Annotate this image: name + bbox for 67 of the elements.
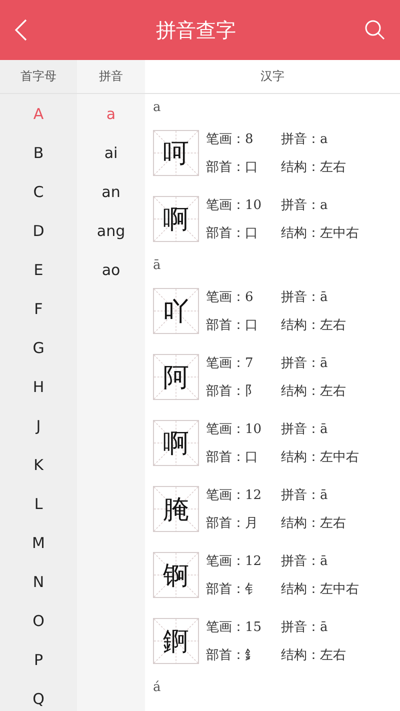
hanzi-character: 吖 <box>163 296 189 328</box>
radical: 部首：口 <box>206 317 259 334</box>
initial-letter-item[interactable]: L <box>0 484 77 523</box>
pinyin-reading: 拼音：ā <box>281 619 329 636</box>
pinyin-item[interactable]: ang <box>77 211 145 250</box>
stroke-count: 笔画：6 <box>206 289 254 306</box>
radical: 部首：钅 <box>206 581 259 598</box>
initial-letter-item[interactable]: G <box>0 328 77 367</box>
structure: 结构：左右 <box>281 383 346 400</box>
stroke-count: 笔画：10 <box>206 197 263 214</box>
structure: 结构：左右 <box>281 317 346 334</box>
radical: 部首：口 <box>206 159 259 176</box>
stroke-count: 笔画：8 <box>206 131 254 148</box>
hanzi-character: 阿 <box>163 362 189 394</box>
pinyin-item[interactable]: ai <box>77 133 145 172</box>
initial-letter-item[interactable]: C <box>0 172 77 211</box>
structure: 结构：左右 <box>281 647 346 664</box>
radical: 部首：阝 <box>206 383 259 400</box>
stroke-count: 笔画：15 <box>206 619 263 636</box>
pinyin-reading: 拼音：ā <box>281 487 329 504</box>
initial-letter-item[interactable]: Q <box>0 679 77 711</box>
pinyin-item[interactable]: ao <box>77 250 145 289</box>
search-icon <box>364 19 386 41</box>
pinyin-reading: 拼音：a <box>281 197 329 214</box>
initial-letter-item[interactable]: O <box>0 601 77 640</box>
hanzi-character: 錒 <box>163 626 189 658</box>
column-heading: 拼音 <box>77 60 145 93</box>
initial-letter-item[interactable]: E <box>0 250 77 289</box>
hanzi-character: 锕 <box>163 560 189 592</box>
radical: 部首：口 <box>206 449 259 466</box>
stroke-count: 笔画：10 <box>206 421 263 438</box>
initial-letter-item[interactable]: J <box>0 406 77 445</box>
structure: 结构：左中右 <box>281 581 359 598</box>
structure: 结构：左中右 <box>281 449 359 466</box>
initial-letter-item[interactable]: P <box>0 640 77 679</box>
initial-letter-item[interactable]: H <box>0 367 77 406</box>
hanzi-character: 啊 <box>163 428 189 460</box>
initial-letter-item[interactable]: N <box>0 562 77 601</box>
stroke-count: 笔画：12 <box>206 487 263 504</box>
radical: 部首：月 <box>206 515 259 532</box>
initial-letter-item[interactable]: M <box>0 523 77 562</box>
initial-letter-item[interactable]: K <box>0 445 77 484</box>
pinyin-reading: 拼音：ā <box>281 421 329 438</box>
initial-letter-item[interactable]: F <box>0 289 77 328</box>
stroke-count: 笔画：12 <box>206 553 263 570</box>
pinyin-reading: 拼音：ā <box>281 289 329 306</box>
hanzi-character: 呵 <box>163 138 189 170</box>
radical: 部首：釒 <box>206 647 259 664</box>
pinyin-group-heading: a <box>153 100 161 114</box>
pinyin-reading: 拼音：ā <box>281 355 329 372</box>
structure: 结构：左右 <box>281 515 346 532</box>
page-title: 拼音查字 <box>156 16 236 44</box>
initial-letter-item[interactable]: B <box>0 133 77 172</box>
pinyin-group-heading: á <box>153 680 161 694</box>
hanzi-character: 腌 <box>163 494 189 526</box>
pinyin-reading: 拼音：ā <box>281 553 329 570</box>
pinyin-item[interactable]: an <box>77 172 145 211</box>
pinyin-reading: 拼音：a <box>281 131 329 148</box>
initial-letter-item[interactable]: D <box>0 211 77 250</box>
structure: 结构：左中右 <box>281 225 359 242</box>
stroke-count: 笔画：7 <box>206 355 254 372</box>
column-heading: 首字母 <box>0 60 77 93</box>
chevron-left-icon <box>14 18 28 42</box>
hanzi-character: 啊 <box>163 204 189 236</box>
radical: 部首：口 <box>206 225 259 242</box>
structure: 结构：左右 <box>281 159 346 176</box>
pinyin-group-heading: ā <box>153 258 161 272</box>
